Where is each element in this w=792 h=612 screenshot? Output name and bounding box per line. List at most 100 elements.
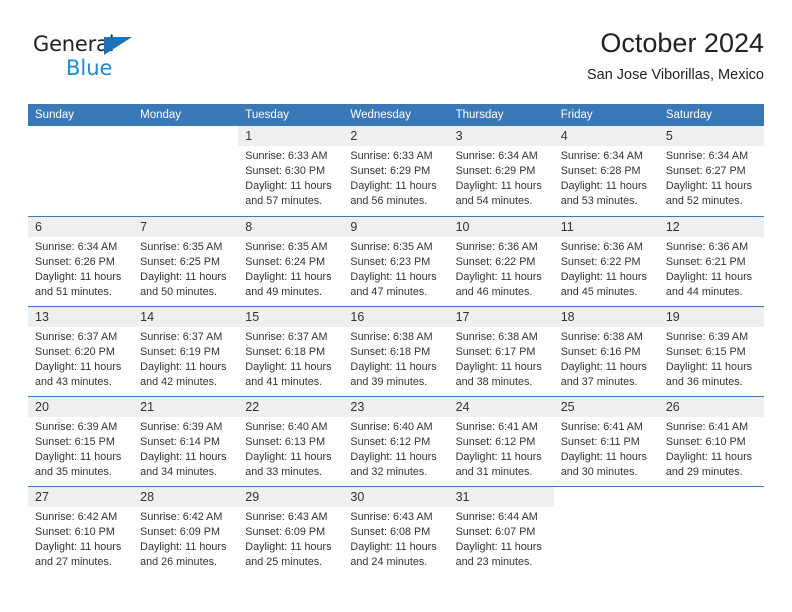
day-content: 2 Sunrise: 6:33 AM Sunset: 6:29 PM Daylight… [343, 126, 449, 216]
day-sun-info: Sunrise: 6:35 AM Sunset: 6:25 PM Daylight:… [133, 237, 238, 300]
sunset-text: Sunset: 6:18 PM [350, 345, 431, 358]
day-number: 7 [133, 216, 239, 237]
daylight-text: Daylight: 11 hours and 52 minutes. [665, 180, 753, 208]
calendar-day-cell[interactable]: 2 Sunrise: 6:33 AM Sunset: 6:29 PM Daylight… [343, 126, 449, 216]
weekday-header-monday: Monday [133, 104, 239, 126]
daylight-text: Daylight: 11 hours and 42 minutes. [140, 360, 227, 388]
calendar-day-cell[interactable]: 27 Sunrise: 6:42 AM Sunset: 6:10 PM Dayligh… [28, 485, 134, 576]
calendar-day-cell[interactable]: 18 Sunrise: 6:38 AM Sunset: 6:16 PM Dayligh… [553, 305, 659, 396]
calendar-day-cell [133, 126, 239, 216]
day-sun-info: Sunrise: 6:41 AM Sunset: 6:12 PM Daylight:… [449, 417, 554, 480]
day-content: 17 Sunrise: 6:38 AM Sunset: 6:17 PM Dayligh… [448, 306, 554, 396]
sunset-text: Sunset: 6:09 PM [245, 525, 326, 538]
day-number: 13 [28, 306, 134, 327]
calendar-day-cell[interactable]: 29 Sunrise: 6:43 AM Sunset: 6:09 PM Dayligh… [238, 485, 344, 577]
day-sun-info: Sunrise: 6:37 AM Sunset: 6:18 PM Daylight:… [238, 327, 343, 390]
sunset-text: Sunset: 6:10 PM [665, 435, 746, 448]
calendar-day-cell[interactable]: 16 Sunrise: 6:38 AM Sunset: 6:18 PM Dayligh… [343, 305, 449, 396]
calendar-day-cell[interactable]: 20 Sunrise: 6:39 AM Sunset: 6:15 PM Dayligh… [28, 395, 134, 486]
day-sun-info: Sunrise: 6:39 AM Sunset: 6:15 PM Daylight:… [659, 327, 764, 390]
sunset-text: Sunset: 6:29 PM [455, 165, 536, 178]
day-number: 14 [133, 306, 239, 327]
sunrise-text: Sunrise: 6:35 AM [140, 240, 223, 253]
calendar-day-cell[interactable]: 9 Sunrise: 6:35 AM Sunset: 6:23 PM Daylight… [343, 215, 449, 306]
sunset-text: Sunset: 6:08 PM [350, 525, 431, 538]
day-sun-info: Sunrise: 6:38 AM Sunset: 6:18 PM Daylight:… [343, 327, 448, 390]
day-sun-info: Sunrise: 6:35 AM Sunset: 6:23 PM Daylight:… [343, 237, 448, 300]
day-content: 6 Sunrise: 6:34 AM Sunset: 6:26 PM Daylight… [28, 216, 134, 306]
day-number: 16 [343, 306, 449, 327]
day-number: 3 [448, 126, 554, 147]
page-title: October 2024 [600, 28, 764, 58]
calendar-week-row: 13 Sunrise: 6:37 AM Sunset: 6:20 PM Dayligh… [28, 305, 764, 396]
daylight-text: Daylight: 11 hours and 31 minutes. [455, 450, 542, 478]
daylight-text: Daylight: 11 hours and 35 minutes. [35, 450, 122, 478]
calendar-day-cell[interactable]: 24 Sunrise: 6:41 AM Sunset: 6:12 PM Dayligh… [448, 395, 554, 486]
day-number: 23 [343, 396, 449, 417]
calendar-day-cell[interactable]: 7 Sunrise: 6:35 AM Sunset: 6:25 PM Daylight… [133, 215, 239, 306]
sunrise-text: Sunrise: 6:37 AM [245, 330, 328, 343]
day-sun-info: Sunrise: 6:43 AM Sunset: 6:09 PM Daylight:… [238, 507, 343, 570]
weekday-header-tuesday: Tuesday [238, 104, 344, 126]
day-empty [133, 126, 238, 216]
sunset-text: Sunset: 6:12 PM [455, 435, 536, 448]
calendar-day-cell[interactable]: 3 Sunrise: 6:34 AM Sunset: 6:29 PM Daylight… [448, 126, 554, 216]
generalblue-logo[interactable]: General Blue [33, 34, 213, 94]
calendar-day-cell[interactable]: 14 Sunrise: 6:37 AM Sunset: 6:19 PM Dayligh… [133, 305, 239, 396]
sunrise-text: Sunrise: 6:39 AM [35, 420, 118, 433]
sunset-text: Sunset: 6:17 PM [455, 345, 536, 358]
calendar-day-cell[interactable]: 11 Sunrise: 6:36 AM Sunset: 6:22 PM Dayligh… [553, 215, 659, 306]
day-content: 29 Sunrise: 6:43 AM Sunset: 6:09 PM Dayligh… [238, 486, 344, 577]
daylight-text: Daylight: 11 hours and 44 minutes. [665, 270, 753, 298]
day-sun-info: Sunrise: 6:33 AM Sunset: 6:30 PM Daylight:… [238, 146, 343, 209]
calendar-day-cell[interactable]: 8 Sunrise: 6:35 AM Sunset: 6:24 PM Daylight… [238, 215, 344, 306]
calendar-day-cell[interactable]: 21 Sunrise: 6:39 AM Sunset: 6:14 PM Dayligh… [133, 395, 239, 486]
calendar-day-cell[interactable]: 4 Sunrise: 6:34 AM Sunset: 6:28 PM Daylight… [553, 126, 659, 216]
sunset-text: Sunset: 6:30 PM [245, 165, 326, 178]
calendar-day-cell[interactable]: 13 Sunrise: 6:37 AM Sunset: 6:20 PM Dayligh… [28, 305, 134, 396]
calendar-day-cell[interactable]: 26 Sunrise: 6:41 AM Sunset: 6:10 PM Dayligh… [658, 395, 764, 486]
sunset-text: Sunset: 6:27 PM [665, 165, 746, 178]
sunrise-text: Sunrise: 6:39 AM [665, 330, 749, 343]
calendar-day-cell[interactable]: 19 Sunrise: 6:39 AM Sunset: 6:15 PM Dayligh… [658, 305, 764, 396]
calendar-day-cell[interactable]: 30 Sunrise: 6:43 AM Sunset: 6:08 PM Dayligh… [343, 485, 449, 576]
day-sun-info: Sunrise: 6:37 AM Sunset: 6:20 PM Daylight:… [28, 327, 133, 390]
sunrise-text: Sunrise: 6:34 AM [455, 150, 538, 163]
day-number: 28 [133, 486, 239, 507]
calendar-day-cell[interactable]: 17 Sunrise: 6:38 AM Sunset: 6:17 PM Dayligh… [448, 305, 554, 396]
calendar-day-cell[interactable]: 23 Sunrise: 6:40 AM Sunset: 6:12 PM Dayligh… [343, 395, 449, 486]
sunset-text: Sunset: 6:26 PM [35, 255, 115, 268]
sunrise-text: Sunrise: 6:42 AM [35, 510, 118, 523]
daylight-text: Daylight: 11 hours and 38 minutes. [455, 360, 542, 388]
day-sun-info: Sunrise: 6:40 AM Sunset: 6:12 PM Daylight:… [343, 417, 448, 480]
day-sun-info: Sunrise: 6:34 AM Sunset: 6:27 PM Daylight:… [659, 146, 764, 209]
calendar-day-cell[interactable]: 12 Sunrise: 6:36 AM Sunset: 6:21 PM Dayligh… [658, 215, 764, 306]
daylight-text: Daylight: 11 hours and 57 minutes. [245, 180, 332, 208]
calendar-day-cell[interactable]: 15 Sunrise: 6:37 AM Sunset: 6:18 PM Dayligh… [238, 305, 344, 396]
calendar-day-cell[interactable]: 22 Sunrise: 6:40 AM Sunset: 6:13 PM Dayligh… [238, 395, 344, 486]
day-content: 11 Sunrise: 6:36 AM Sunset: 6:22 PM Dayligh… [553, 216, 659, 306]
calendar-day-cell[interactable]: 31 Sunrise: 6:44 AM Sunset: 6:07 PM Dayligh… [448, 485, 554, 576]
weekday-header-sunday: Sunday [28, 104, 134, 126]
day-number: 20 [28, 396, 134, 417]
calendar-day-cell[interactable]: 1 Sunrise: 6:33 AM Sunset: 6:30 PM Daylight… [238, 126, 344, 216]
day-content: 8 Sunrise: 6:35 AM Sunset: 6:24 PM Daylight… [238, 216, 344, 306]
weekday-header-saturday: Saturday [658, 104, 764, 126]
calendar-week-row: 6 Sunrise: 6:34 AM Sunset: 6:26 PM Daylight… [28, 215, 764, 306]
day-content: 16 Sunrise: 6:38 AM Sunset: 6:18 PM Dayligh… [343, 306, 449, 396]
calendar-day-cell[interactable]: 25 Sunrise: 6:41 AM Sunset: 6:11 PM Dayligh… [553, 395, 659, 486]
calendar-day-cell[interactable]: 6 Sunrise: 6:34 AM Sunset: 6:26 PM Daylight… [28, 215, 134, 306]
calendar-day-cell[interactable]: 5 Sunrise: 6:34 AM Sunset: 6:27 PM Daylight… [658, 126, 764, 216]
daylight-text: Daylight: 11 hours and 53 minutes. [560, 180, 647, 208]
day-sun-info: Sunrise: 6:36 AM Sunset: 6:21 PM Daylight:… [659, 237, 764, 300]
calendar-day-cell[interactable]: 10 Sunrise: 6:36 AM Sunset: 6:22 PM Dayligh… [448, 215, 554, 306]
day-content: 1 Sunrise: 6:33 AM Sunset: 6:30 PM Daylight… [238, 126, 344, 216]
calendar-page: General Blue October 2024 San Jose Vibor… [0, 0, 792, 612]
day-sun-info: Sunrise: 6:39 AM Sunset: 6:14 PM Daylight:… [133, 417, 238, 480]
day-content: 14 Sunrise: 6:37 AM Sunset: 6:19 PM Dayligh… [133, 306, 239, 396]
sunset-text: Sunset: 6:18 PM [245, 345, 326, 358]
daylight-text: Daylight: 11 hours and 37 minutes. [560, 360, 647, 388]
sunrise-text: Sunrise: 6:33 AM [350, 150, 433, 163]
sunrise-text: Sunrise: 6:33 AM [245, 150, 328, 163]
calendar-day-cell[interactable]: 28 Sunrise: 6:42 AM Sunset: 6:09 PM Dayligh… [133, 485, 239, 576]
